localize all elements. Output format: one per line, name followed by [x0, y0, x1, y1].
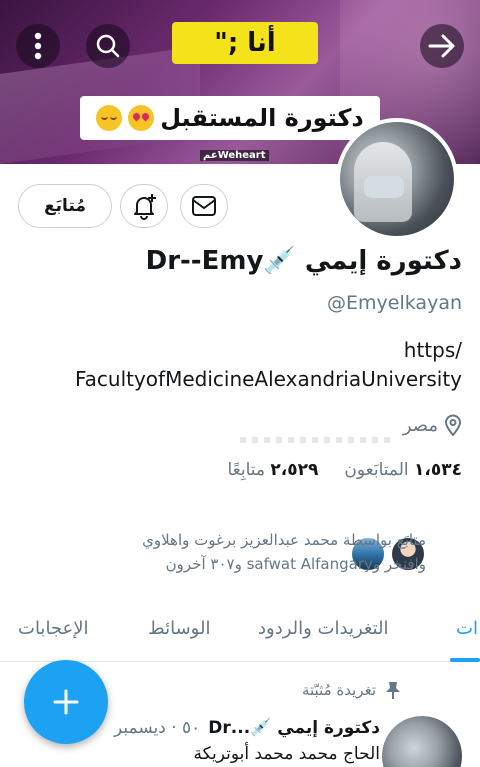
followed-by-text[interactable]: متابَع بواسطة محمد عبدالعزيز برغوت واهلا…: [26, 528, 426, 576]
tweet-author-avatar[interactable]: [382, 716, 462, 767]
following-count: ١،٥٣٤: [414, 460, 462, 480]
location-text: مصر: [402, 414, 438, 436]
bio-line-2[interactable]: FacultyofMedicineAlexandriaUniversity: [12, 365, 462, 394]
tab-likes[interactable]: الإعجابات: [18, 618, 89, 639]
followers-label: متابِعًا: [227, 460, 265, 480]
plus-icon: [53, 689, 79, 715]
follow-status-button[interactable]: مُتابَع: [18, 184, 112, 228]
tweet-meta: ٥٠ · ديسمبر: [113, 718, 201, 738]
profile-bio: https/ FacultyofMedicineAlexandriaUniver…: [12, 336, 462, 394]
back-button[interactable]: [420, 24, 464, 68]
tweet-author-name[interactable]: دكتورة إيمي 💉...Dr: [208, 718, 380, 738]
mail-icon: [192, 196, 216, 216]
message-button[interactable]: [180, 184, 228, 228]
faded-text-artifact: [240, 437, 390, 443]
following-stat[interactable]: ١،٥٣٤ المتابَعون: [344, 460, 462, 480]
follow-status-label: مُتابَع: [44, 196, 86, 216]
bio-line-1[interactable]: https/: [12, 336, 462, 365]
profile-tabs: ات التغريدات والردود الوسائط الإعجابات: [0, 602, 480, 662]
following-label: المتابَعون: [344, 460, 409, 480]
location-pin-icon: [444, 414, 462, 436]
tweet-header: دكتورة إيمي 💉...Dr ٥٠ · ديسمبر: [114, 718, 380, 738]
relieved-face-emoji-icon: [96, 105, 123, 131]
search-button[interactable]: [86, 24, 130, 68]
search-icon: [96, 34, 120, 58]
tab-media[interactable]: الوسائط: [148, 618, 210, 639]
tab-tweets[interactable]: ات: [456, 618, 478, 639]
tweet-text[interactable]: الحاج محمد محمد أبوتريكة: [194, 744, 381, 764]
profile-handle: @Emyelkayan: [327, 292, 462, 314]
pinned-label: تغريدة مُثبّتة: [301, 681, 376, 699]
banner-sticker-bottom: دكتورة المستقبل: [80, 96, 380, 140]
bell-plus-icon: [134, 194, 156, 220]
notifications-button[interactable]: [120, 184, 168, 228]
banner-sticker-bottom-text: دكتورة المستقبل: [160, 104, 364, 132]
profile-avatar[interactable]: [336, 118, 458, 240]
heart-eyes-emoji-icon: [128, 105, 155, 131]
follow-counts: ١،٥٣٤ المتابَعون ٢،٥٢٩ متابِعًا: [227, 460, 462, 480]
banner-sticker-top: أنا ;": [172, 22, 318, 64]
followed-by-line-2: وافتخر وsafwat Alfangary و٣٠٧ آخرون: [165, 555, 426, 573]
more-options-button[interactable]: [16, 24, 60, 68]
profile-name: دكتورة إيمي 💉Dr--Emy: [145, 246, 462, 276]
followed-by-line-1: متابَع بواسطة محمد عبدالعزيز برغوت واهلا…: [142, 531, 426, 549]
pinned-tweet-header: تغريدة مُثبّتة: [302, 680, 402, 700]
followers-stat[interactable]: ٢،٥٢٩ متابِعًا: [227, 460, 318, 480]
pin-icon: [386, 682, 400, 699]
banner-watermark: عمWeheart: [200, 150, 269, 161]
avatar-mask-shape: [364, 176, 404, 198]
profile-location: مصر: [403, 414, 462, 436]
followers-count: ٢،٥٢٩: [270, 460, 319, 480]
active-tab-indicator: [450, 658, 480, 662]
more-vertical-icon: [34, 32, 42, 60]
arrow-right-icon: [428, 34, 455, 58]
compose-tweet-button[interactable]: [24, 660, 108, 744]
tab-tweets-and-replies[interactable]: التغريدات والردود: [258, 618, 389, 639]
